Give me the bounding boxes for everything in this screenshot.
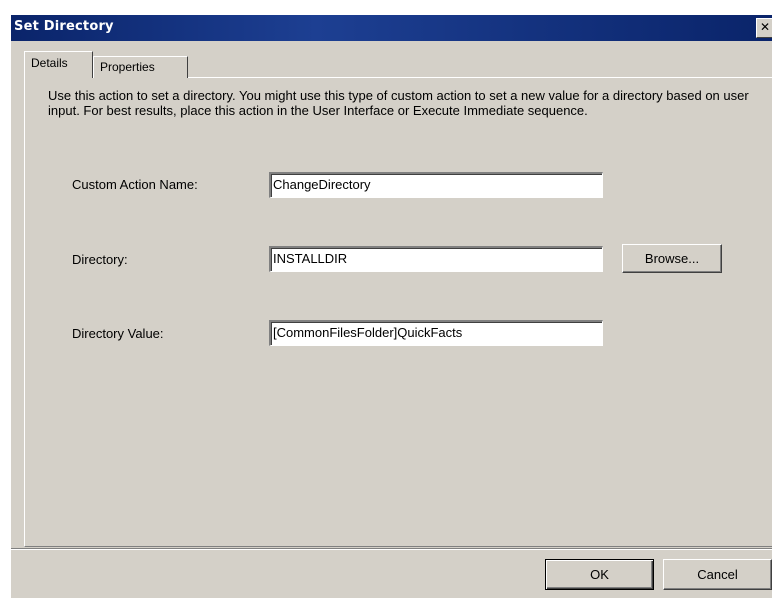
directory-value-label: Directory Value:	[72, 326, 164, 341]
ok-button[interactable]: OK	[545, 559, 654, 590]
cancel-button[interactable]: Cancel	[663, 559, 772, 590]
close-button[interactable]: ✕	[756, 18, 772, 38]
footer-separator	[11, 548, 772, 550]
window-title: Set Directory	[14, 19, 114, 34]
tab-details[interactable]: Details	[24, 51, 93, 78]
details-tab-panel	[24, 77, 772, 547]
close-icon: ✕	[759, 20, 771, 34]
custom-action-name-input[interactable]: ChangeDirectory	[269, 172, 603, 198]
directory-value-input[interactable]: [CommonFilesFolder]QuickFacts	[269, 320, 603, 346]
browse-button[interactable]: Browse...	[622, 244, 722, 273]
tab-properties[interactable]: Properties	[93, 56, 188, 78]
action-description: Use this action to set a directory. You …	[48, 88, 749, 118]
title-bar[interactable]: Set Directory ✕	[11, 15, 772, 41]
custom-action-name-label: Custom Action Name:	[72, 177, 198, 192]
directory-input[interactable]: INSTALLDIR	[269, 246, 603, 272]
directory-label: Directory:	[72, 252, 128, 267]
